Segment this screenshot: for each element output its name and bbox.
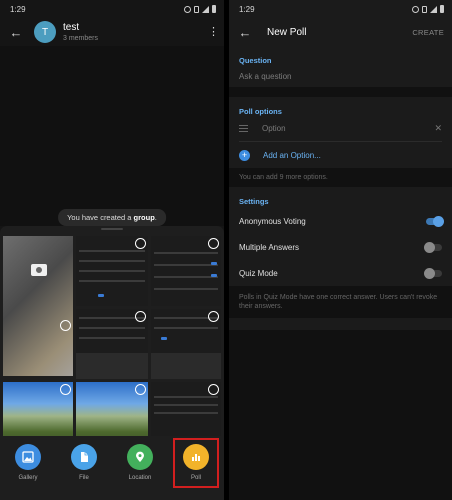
poll-option-row: Option ✕ (239, 116, 442, 142)
back-arrow-icon[interactable]: ← (237, 24, 253, 40)
gallery-thumbnail[interactable] (3, 382, 73, 444)
camera-icon (31, 264, 47, 276)
file-icon (71, 444, 97, 470)
anonymous-voting-toggle[interactable] (426, 215, 444, 227)
question-section-label: Question (239, 56, 272, 65)
attach-gallery-button[interactable]: Gallery (9, 444, 47, 481)
vibrate-icon (422, 5, 427, 13)
quiz-mode-note: Polls in Quiz Mode have one correct answ… (229, 286, 452, 318)
attach-menu-bar: Gallery File Location Poll (0, 436, 224, 500)
service-message: You have created a group. (58, 209, 166, 226)
service-message-suffix: . (154, 213, 157, 222)
attach-gallery-label: Gallery (18, 475, 38, 481)
attach-location-button[interactable]: Location (121, 444, 159, 481)
vibrate-icon (194, 5, 199, 13)
select-circle[interactable] (208, 311, 219, 322)
select-circle[interactable] (60, 320, 71, 331)
question-input[interactable]: Ask a question (239, 65, 442, 87)
status-icons (184, 5, 216, 13)
attach-sheet: Gallery File Location Poll (0, 226, 224, 500)
chat-title-block[interactable]: test 3 members (63, 22, 208, 43)
chat-screen: 1:29 ← T test 3 members ⋮ You have creat… (0, 0, 224, 500)
gallery-icon (15, 444, 41, 470)
sheet-handle[interactable] (101, 228, 123, 230)
options-remaining-hint: You can add 9 more options. (229, 168, 452, 187)
alarm-icon (184, 5, 191, 13)
new-poll-screen: 1:29 ← New Poll CREATE Question Ask a qu… (229, 0, 452, 500)
service-message-bold: group (133, 213, 155, 222)
status-icons (412, 5, 444, 13)
add-option-label: Add an Option... (263, 150, 321, 160)
gallery-thumbnail[interactable] (151, 309, 221, 379)
attach-file-button[interactable]: File (65, 444, 103, 481)
chat-header: ← T test 3 members ⋮ (0, 18, 224, 46)
status-time: 1:29 (239, 4, 255, 14)
add-option-button[interactable]: + Add an Option... (239, 142, 442, 168)
select-circle[interactable] (60, 384, 71, 395)
chat-member-count: 3 members (63, 34, 99, 42)
section-divider (229, 87, 452, 97)
gallery-thumbnail[interactable] (76, 309, 148, 379)
attach-poll-button[interactable]: Poll (173, 438, 219, 488)
more-menu-icon[interactable]: ⋮ (208, 27, 219, 38)
gallery-thumbnail[interactable] (151, 236, 221, 306)
select-circle[interactable] (135, 238, 146, 249)
remove-option-icon[interactable]: ✕ (434, 123, 442, 134)
camera-preview-tile[interactable] (3, 236, 73, 376)
attach-location-label: Location (128, 475, 152, 481)
select-circle[interactable] (208, 384, 219, 395)
attach-file-label: File (79, 475, 89, 481)
quiz-mode-row[interactable]: Quiz Mode (239, 260, 442, 286)
gallery-thumbnail[interactable] (76, 236, 148, 306)
status-time: 1:29 (10, 4, 26, 14)
multiple-answers-row[interactable]: Multiple Answers (239, 234, 442, 260)
signal-icon (202, 5, 209, 13)
poll-options-section-label: Poll options (239, 107, 282, 116)
poll-header: ← New Poll CREATE (229, 18, 452, 46)
status-bar: 1:29 (229, 0, 452, 18)
highlight-box (173, 438, 219, 488)
quiz-mode-label: Quiz Mode (239, 268, 278, 278)
option-input[interactable]: Option (262, 124, 434, 133)
empty-area (229, 330, 452, 500)
back-arrow-icon[interactable]: ← (8, 24, 24, 40)
select-circle[interactable] (135, 311, 146, 322)
settings-section-label: Settings (239, 197, 269, 206)
page-title: New Poll (267, 26, 307, 38)
battery-icon (212, 5, 216, 13)
alarm-icon (412, 5, 419, 13)
battery-icon (440, 5, 444, 13)
anonymous-voting-row[interactable]: Anonymous Voting (239, 208, 444, 234)
quiz-mode-toggle[interactable] (424, 267, 442, 279)
gallery-thumbnail[interactable] (151, 382, 221, 444)
plus-icon: + (239, 149, 250, 161)
anonymous-voting-label: Anonymous Voting (239, 216, 306, 226)
create-button[interactable]: CREATE (412, 28, 444, 37)
chat-body (0, 46, 224, 226)
signal-icon (430, 5, 437, 13)
multiple-answers-label: Multiple Answers (239, 242, 300, 252)
location-pin-icon (127, 444, 153, 470)
select-circle[interactable] (208, 238, 219, 249)
avatar[interactable]: T (34, 21, 56, 43)
service-message-prefix: You have created a (67, 213, 134, 222)
select-circle[interactable] (135, 384, 146, 395)
chat-title: test (63, 21, 80, 33)
status-bar: 1:29 (0, 0, 224, 18)
multiple-answers-toggle[interactable] (424, 241, 442, 253)
drag-handle-icon[interactable] (239, 125, 248, 132)
gallery-thumbnail[interactable] (76, 382, 148, 444)
